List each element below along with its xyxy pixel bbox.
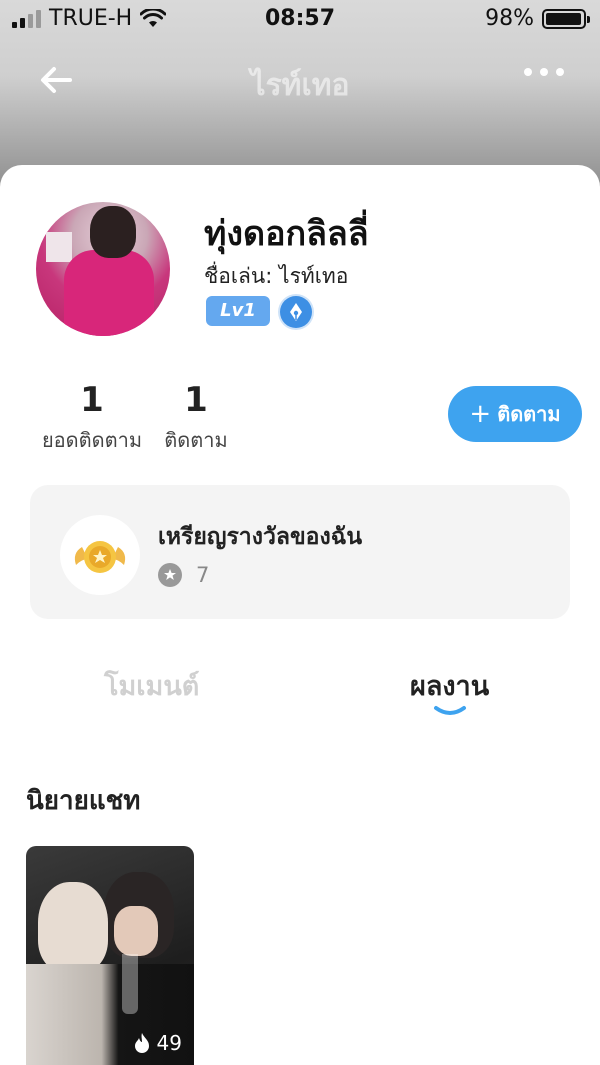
battery-icon [542,8,590,29]
following-count: 1 [184,380,208,420]
status-bar: TRUE-H 08:57 98% [0,0,600,40]
follow-button[interactable]: + ติดตาม [448,386,582,442]
tab-active-indicator [434,706,466,715]
followers-stat[interactable]: 1 ยอดติดตาม [36,380,148,456]
section-title: นิยายแชท [26,786,141,816]
nav-title: ไรท์เทอ [250,68,350,103]
status-right: 98% [485,6,590,31]
following-stat[interactable]: 1 ติดตาม [160,380,232,456]
flame-icon [134,1033,149,1053]
pen-nib-icon [280,296,312,328]
plus-icon: + [469,399,492,429]
profile-name: ทุ่งดอกลิลลี่ [204,214,369,254]
followers-count: 1 [80,380,104,420]
tab-moment[interactable]: โมเมนต์ [104,664,199,707]
followers-label: ยอดติดตาม [41,428,143,452]
medal-title: เหรียญรางวัลของฉัน [158,524,363,550]
star-icon [158,563,182,587]
medal-count: 7 [196,563,210,587]
following-label: ติดตาม [164,428,228,452]
medal-count-row: 7 [158,563,209,587]
battery-percent: 98% [485,6,534,31]
profile-nickname: ชื่อเล่น: ไรท์เทอ [204,264,349,288]
avatar[interactable] [36,202,170,336]
story-card[interactable]: 49 [26,846,194,1065]
more-dots-icon[interactable] [524,68,564,76]
nav-bar: ไรท์เทอ [0,50,600,110]
tab-works[interactable]: ผลงาน [410,664,489,707]
medal-icon [60,515,140,595]
level-badge: Lv1 [206,296,270,326]
story-views: 49 [133,1031,182,1055]
story-views-count: 49 [156,1031,182,1055]
battery-fill [546,12,582,25]
follow-button-label: ติดตาม [497,402,561,426]
medal-card[interactable]: เหรียญรางวัลของฉัน 7 [30,485,570,619]
